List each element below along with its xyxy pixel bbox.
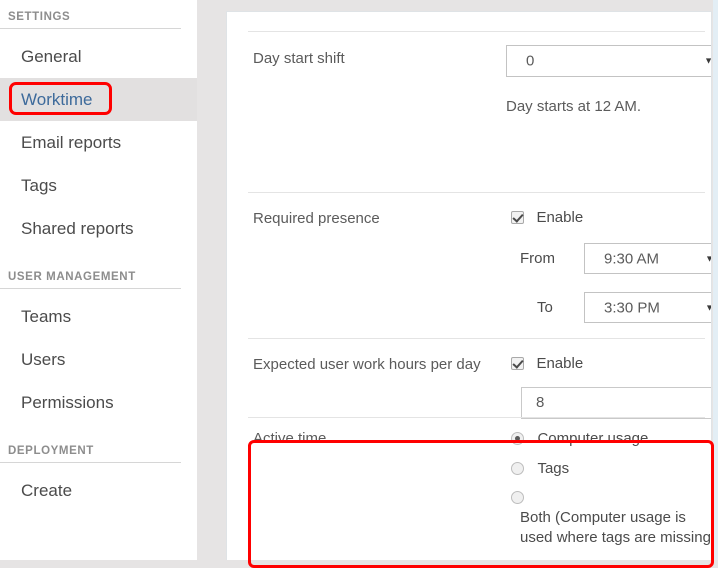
sidebar-item-email-reports[interactable]: Email reports	[0, 121, 197, 164]
expected-hours-input[interactable]: 8	[521, 387, 711, 419]
sidebar-item-shared-reports[interactable]: Shared reports	[0, 207, 197, 250]
required-presence-to-select[interactable]: 3:30 PM ▼	[584, 292, 711, 323]
to-label-text: To	[537, 299, 553, 316]
expected-hours-enable-checkbox-group[interactable]: Enable	[511, 355, 583, 373]
page-right-edge-strip	[713, 0, 718, 560]
sidebar-item-label: Users	[21, 350, 66, 369]
sidebar-item-general[interactable]: General	[0, 35, 197, 78]
day-start-shift-value: 0	[526, 52, 535, 70]
setting-row-active-time: Active time Computer usage Tags Both (Co…	[248, 417, 711, 546]
radio-icon[interactable]	[511, 432, 524, 446]
checkbox-icon[interactable]	[511, 211, 524, 225]
sidebar-item-teams[interactable]: Teams	[0, 295, 197, 338]
worktime-settings-panel: Day start shift 0 ▼ Day starts at 12 AM.…	[226, 11, 712, 560]
sidebar-item-label: Teams	[21, 307, 72, 326]
required-presence-label: Required presence	[253, 210, 380, 227]
active-time-radio-group: Computer usage Tags Both (Computer usage…	[511, 429, 712, 558]
from-label-text: From	[520, 250, 555, 267]
sidebar-item-label: General	[21, 47, 82, 66]
sidebar-item-label: Create	[21, 481, 73, 500]
settings-sidebar: SETTINGS General Worktime Email reports …	[0, 0, 197, 560]
setting-row-expected-hours: Expected user work hours per day Enable …	[248, 338, 711, 419]
active-time-option-both[interactable]: Both (Computer usage is used where tags …	[511, 488, 712, 548]
required-presence-from-select[interactable]: 9:30 AM ▼	[584, 243, 711, 274]
sidebar-group-title-settings: SETTINGS	[0, 11, 181, 29]
active-time-option-tags[interactable]: Tags	[511, 458, 711, 477]
sidebar-item-create[interactable]: Create	[0, 469, 197, 512]
checkbox-icon[interactable]	[511, 357, 524, 371]
expected-hours-label: Expected user work hours per day	[253, 356, 481, 373]
active-time-option-label: Both (Computer usage is used where tags …	[520, 508, 712, 546]
required-presence-enable-label: Enable	[536, 209, 584, 227]
sidebar-item-worktime[interactable]: Worktime	[0, 78, 197, 121]
setting-row-required-presence: Required presence Enable From 9:30 AM ▼ …	[248, 192, 711, 338]
day-start-shift-select[interactable]: 0 ▼	[506, 45, 711, 77]
sidebar-item-tags[interactable]: Tags	[0, 164, 197, 207]
sidebar-item-label: Worktime	[21, 90, 93, 109]
required-presence-enable-checkbox-group[interactable]: Enable	[511, 209, 583, 227]
radio-icon[interactable]	[511, 490, 524, 504]
sidebar-item-label: Shared reports	[21, 219, 134, 238]
chevron-down-icon: ▼	[704, 56, 711, 66]
required-presence-from-label: From	[520, 250, 555, 267]
required-presence-to-value: 3:30 PM	[604, 299, 660, 316]
sidebar-group-deployment: DEPLOYMENT Create	[0, 424, 197, 512]
active-time-option-label: Computer usage	[537, 430, 649, 448]
sidebar-item-label: Permissions	[21, 393, 114, 412]
sidebar-group-user-management: USER MANAGEMENT Teams Users Permissions	[0, 250, 197, 424]
day-start-shift-label: Day start shift	[253, 50, 345, 67]
sidebar-item-label: Email reports	[21, 133, 122, 152]
sidebar-group-title-deployment: DEPLOYMENT	[0, 445, 181, 463]
chevron-down-icon: ▼	[705, 254, 711, 263]
active-time-label: Active time	[253, 430, 327, 447]
day-start-shift-hint: Day starts at 12 AM.	[506, 98, 642, 115]
expected-hours-enable-label: Enable	[536, 355, 584, 373]
sidebar-group-settings: SETTINGS General Worktime Email reports …	[0, 0, 197, 250]
sidebar-item-label: Tags	[21, 176, 57, 195]
sidebar-item-users[interactable]: Users	[0, 338, 197, 381]
radio-icon[interactable]	[511, 461, 524, 475]
setting-row-day-start-shift: Day start shift 0 ▼ Day starts at 12 AM.	[248, 31, 711, 192]
sidebar-item-permissions[interactable]: Permissions	[0, 381, 197, 424]
required-presence-from-value: 9:30 AM	[604, 250, 660, 267]
chevron-down-icon: ▼	[705, 303, 711, 312]
active-time-option-label: Tags	[537, 459, 570, 477]
sidebar-group-title-user-management: USER MANAGEMENT	[0, 271, 181, 289]
active-time-option-computer-usage[interactable]: Computer usage	[511, 429, 711, 448]
required-presence-to-label: To	[537, 299, 553, 316]
